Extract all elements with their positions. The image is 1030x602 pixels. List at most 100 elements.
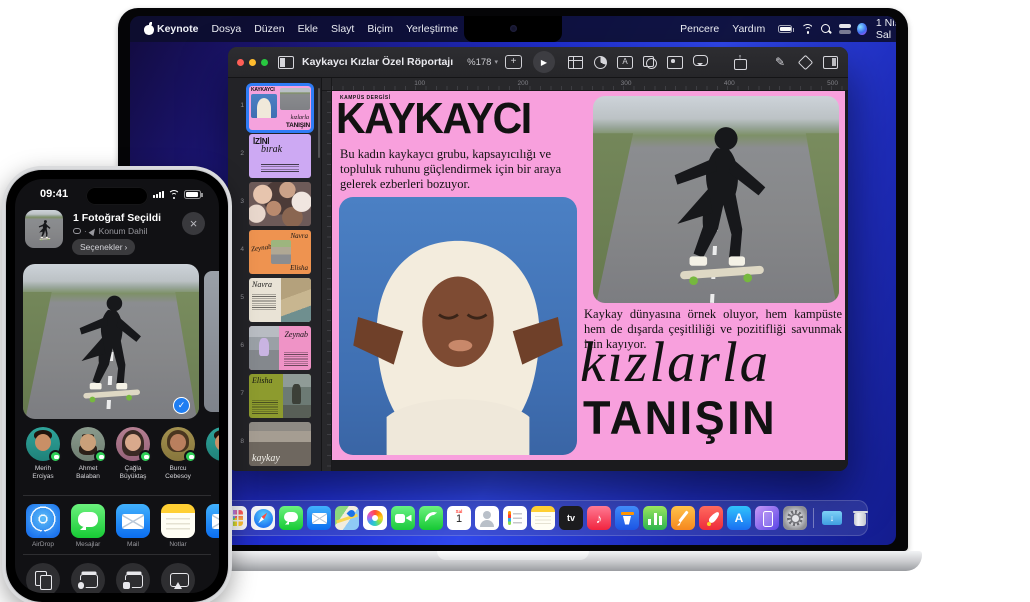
system-settings-dock-icon[interactable]	[783, 506, 807, 530]
reminders-dock-icon[interactable]	[503, 506, 527, 530]
slide-thumbnail-4[interactable]: Navra Zeynab Elisha	[249, 230, 311, 274]
share-app-partial[interactable]	[201, 504, 219, 538]
cellular-signal-icon	[153, 191, 164, 199]
text-tool-button[interactable]	[616, 54, 634, 70]
maps-dock-icon[interactable]	[335, 506, 359, 530]
slide-thumbnail-2[interactable]: İZİNİ bırak	[249, 134, 311, 178]
slide-thumbnail-8[interactable]: kaykay	[249, 422, 311, 466]
notes-dock-icon[interactable]	[531, 506, 555, 530]
airplay-action-button[interactable]	[161, 563, 195, 593]
menu-dosya[interactable]: Dosya	[211, 23, 241, 35]
photos-dock-icon[interactable]	[363, 506, 387, 530]
slide-closing-text[interactable]: TANIŞIN	[583, 394, 777, 441]
add-slide-button[interactable]: +	[505, 55, 522, 69]
close-window-button[interactable]	[237, 59, 244, 66]
add-to-album-action-button[interactable]	[71, 563, 105, 593]
navigator-scrollbar[interactable]	[318, 88, 321, 158]
slide-thumbnail-1[interactable]: KAYKAYCI kızlarla TANIŞIN	[249, 86, 311, 130]
zoom-window-button[interactable]	[261, 59, 268, 66]
table-tool-button[interactable]	[566, 54, 584, 70]
airdrop-contact[interactable]: AhmetBalaban	[66, 427, 110, 482]
slide-thumbnail-7[interactable]: Elisha	[249, 374, 311, 418]
numbers-dock-icon[interactable]	[643, 506, 667, 530]
share-app-mail[interactable]: Mail	[111, 504, 155, 548]
view-sidebar-button[interactable]	[277, 54, 295, 70]
calendar-day: 1	[447, 513, 471, 525]
airdrop-contact[interactable]: MerihErciyas	[21, 427, 65, 482]
facetime-dock-icon[interactable]	[391, 506, 415, 530]
keynote-body: 1 KAYKAYCI kızlarla TANIŞIN 2	[228, 78, 848, 471]
skater-illustration	[36, 217, 53, 244]
control-center-icon[interactable]	[839, 24, 849, 34]
share-app-messages[interactable]: Mesajlar	[66, 504, 110, 548]
share-app-airdrop[interactable]: AirDrop	[21, 504, 65, 548]
options-button[interactable]: Seçenekler ›	[72, 239, 135, 255]
selected-photo[interactable]	[23, 264, 199, 419]
menu-slayt[interactable]: Slayt	[331, 23, 354, 35]
minimize-window-button[interactable]	[249, 59, 256, 66]
mail-dock-icon[interactable]	[307, 506, 331, 530]
document-panel-button[interactable]	[821, 54, 839, 70]
menu-duzen[interactable]: Düzen	[254, 23, 284, 35]
trash-dock-icon[interactable]	[848, 506, 872, 530]
phone-dock-icon[interactable]	[419, 506, 443, 530]
slide-thumbnail-6[interactable]: Zeynab	[249, 326, 311, 370]
share-app-notes[interactable]: Notlar	[156, 504, 200, 548]
slide-headline-text[interactable]: KAYKAYCI	[336, 97, 531, 140]
slide-thumb-row: 8 kaykay	[228, 420, 321, 468]
slide-skater-photo[interactable]	[593, 96, 839, 303]
shape-tool-button[interactable]	[641, 54, 659, 70]
airdrop-contact[interactable]: ÇağlaBüyüktaş	[111, 427, 155, 482]
calendar-dock-icon[interactable]: Sal 1	[447, 506, 471, 530]
app-label: Mesajlar	[66, 541, 110, 548]
music-dock-icon[interactable]	[587, 506, 611, 530]
messages-badge-icon	[184, 450, 197, 463]
avatar	[206, 427, 219, 461]
play-button[interactable]: ▶	[533, 51, 555, 73]
close-button[interactable]: ×	[182, 212, 205, 235]
slide-thumbnail-5[interactable]: Navra	[249, 278, 311, 322]
iphone-mirroring-dock-icon[interactable]	[755, 506, 779, 530]
menu-pencere[interactable]: Pencere	[680, 23, 719, 35]
copy-action-button[interactable]	[26, 563, 60, 593]
rocket-app-dock-icon[interactable]	[699, 506, 723, 530]
slide-portrait-photo[interactable]	[339, 197, 577, 455]
safari-dock-icon[interactable]	[251, 506, 275, 530]
next-photo-edge[interactable]	[204, 271, 219, 412]
appstore-dock-icon[interactable]	[727, 506, 751, 530]
menu-yardim[interactable]: Yardım	[732, 23, 765, 35]
zoom-level-control[interactable]: %178 ▾	[467, 57, 498, 68]
slide-thumb-row: 2 İZİNİ bırak	[228, 132, 321, 180]
battery-icon[interactable]	[778, 25, 792, 33]
slide-thumbnail-3[interactable]	[249, 182, 311, 226]
media-tool-button[interactable]	[666, 54, 684, 70]
comment-tool-button[interactable]	[691, 54, 709, 70]
current-slide[interactable]: KAMPÜS DERGİSİ KAYKAYCI Bu kadın kaykayc…	[332, 91, 845, 460]
slide-script-text[interactable]: kızlarla	[580, 334, 770, 391]
pages-dock-icon[interactable]	[671, 506, 695, 530]
menu-yerlestirme[interactable]: Yerleştirme	[406, 23, 458, 35]
menu-clock[interactable]: 1 Nis Sal 09:41	[876, 17, 896, 41]
contacts-dock-icon[interactable]	[475, 506, 499, 530]
document-title: Kaykaycı Kızlar Özel Röportajı	[302, 56, 453, 68]
slide-thumb-row: 1 KAYKAYCI kızlarla TANIŞIN	[228, 84, 321, 132]
format-button[interactable]	[771, 54, 789, 70]
airdrop-contact[interactable]: BurcuCebesoy	[156, 427, 200, 482]
appletv-dock-icon[interactable]: tv	[559, 506, 583, 530]
airdrop-contact-partial[interactable]	[201, 427, 219, 461]
share-photo-thumbnail	[25, 210, 63, 248]
search-icon[interactable]	[821, 24, 830, 35]
keynote-dock-icon[interactable]	[615, 506, 639, 530]
save-to-stack-action-button[interactable]	[116, 563, 150, 593]
animate-button[interactable]	[796, 54, 814, 70]
share-button[interactable]	[731, 54, 749, 70]
messages-dock-icon[interactable]	[279, 506, 303, 530]
menu-ekle[interactable]: Ekle	[298, 23, 318, 35]
siri-icon[interactable]	[857, 23, 867, 35]
downloads-dock-icon[interactable]	[820, 506, 844, 530]
wifi-icon[interactable]	[801, 24, 811, 34]
menu-bicim[interactable]: Biçim	[367, 23, 393, 35]
menu-keynote[interactable]: Keynote	[157, 23, 198, 35]
chart-tool-button[interactable]	[591, 54, 609, 70]
slide-intro-text[interactable]: Bu kadın kaykaycı grubu, kapsayıcılığı v…	[340, 147, 576, 192]
